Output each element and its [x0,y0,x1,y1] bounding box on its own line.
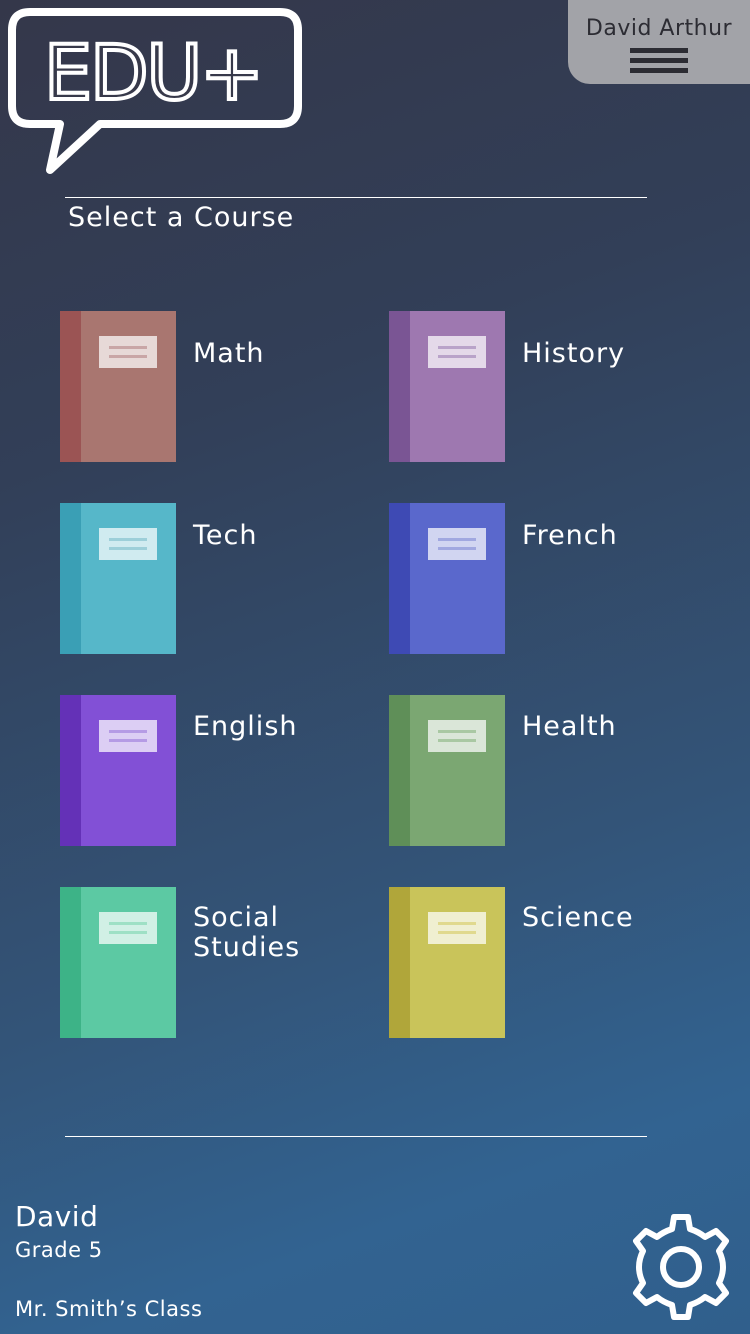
book-icon [389,695,505,846]
book-label [99,336,157,368]
book-label [428,720,486,752]
course-label: Social Studies [193,902,301,963]
course-item-health[interactable]: Health [389,695,689,847]
book-cover [410,311,505,462]
course-item-french[interactable]: French [389,503,689,655]
course-item-math[interactable]: Math [60,311,360,463]
book-spine [389,311,410,462]
course-item-social-studies[interactable]: Social Studies [60,887,360,1039]
course-label: French [522,520,618,551]
book-icon [389,503,505,654]
book-icon [389,311,505,462]
book-label [99,528,157,560]
course-label: Tech [193,520,258,551]
bottom-divider [65,1136,647,1137]
book-icon [60,887,176,1038]
book-cover [410,503,505,654]
course-label: Health [522,711,617,742]
book-cover [81,695,176,846]
book-cover [81,503,176,654]
book-icon [60,311,176,462]
student-grade: Grade 5 [15,1238,103,1262]
course-label: English [193,711,298,742]
user-menu-tab[interactable]: David Arthur [568,0,750,84]
student-class: Mr. Smith’s Class [15,1297,203,1321]
book-cover [410,695,505,846]
book-icon [60,503,176,654]
book-icon [389,887,505,1038]
course-label: Math [193,338,265,369]
hamburger-menu-icon[interactable] [630,48,688,78]
user-name: David Arthur [585,16,733,41]
logo-text: EDU+ [42,28,266,118]
app-logo: EDU+ [0,0,310,180]
book-spine [60,887,81,1038]
book-spine [389,887,410,1038]
book-icon [60,695,176,846]
book-label [428,336,486,368]
course-item-history[interactable]: History [389,311,689,463]
book-label [428,528,486,560]
book-spine [60,503,81,654]
page-title: Select a Course [68,202,295,233]
book-label [99,912,157,944]
book-spine [389,695,410,846]
book-label [99,720,157,752]
student-name: David [15,1200,99,1233]
course-item-english[interactable]: English [60,695,360,847]
course-label: Science [522,902,634,933]
top-divider [65,197,647,198]
course-item-science[interactable]: Science [389,887,689,1039]
book-spine [60,311,81,462]
course-item-tech[interactable]: Tech [60,503,360,655]
course-label: History [522,338,626,369]
book-cover [81,311,176,462]
book-label [428,912,486,944]
book-cover [81,887,176,1038]
book-spine [389,503,410,654]
book-cover [410,887,505,1038]
gear-icon[interactable] [627,1213,735,1321]
book-spine [60,695,81,846]
